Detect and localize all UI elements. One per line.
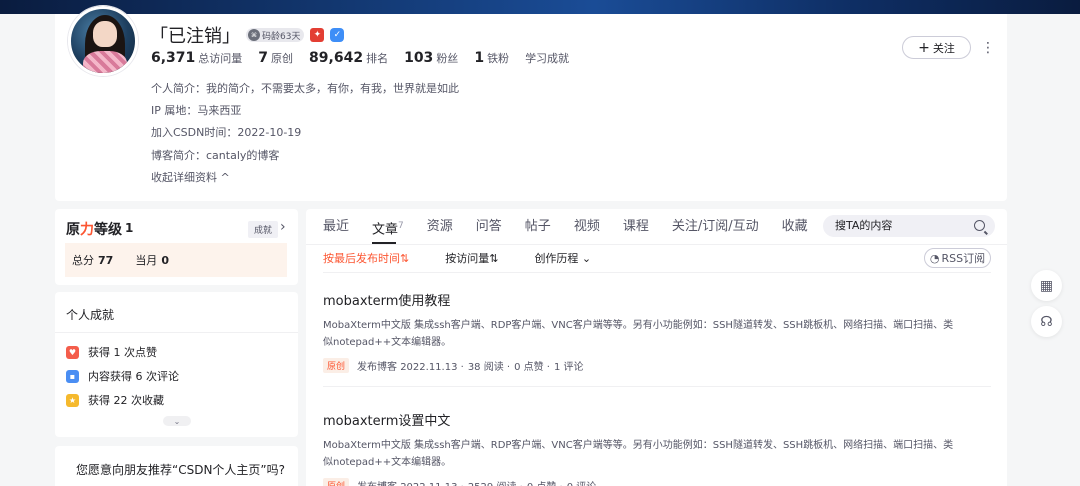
tab-qa[interactable]: 问答 [476, 209, 502, 244]
sort-by-time[interactable]: 按最后发布时间⇅ [323, 250, 409, 266]
article-item[interactable]: mobaxterm设置中文 MobaXterm中文版 集成ssh客户端、RDP客… [323, 410, 991, 486]
article-item[interactable]: mobaxterm使用教程 MobaXterm中文版 集成ssh客户端、RDP客… [323, 290, 991, 387]
original-badge: 原创 [323, 358, 350, 373]
code-age-badge: ⌘ 码龄63天 [246, 28, 305, 42]
article-title[interactable]: mobaxterm使用教程 [323, 290, 991, 309]
follow-button[interactable]: + 关注 [902, 36, 971, 59]
tab-posts[interactable]: 帖子 [525, 209, 551, 244]
article-desc: MobaXterm中文版 集成ssh客户端、RDP客户端、VNC客户端等等。另有… [323, 320, 954, 348]
user-name: 「已注销」 [150, 26, 240, 47]
divider [323, 272, 991, 273]
more-icon[interactable]: ⋮ [981, 38, 995, 58]
tab-recent[interactable]: 最近 [323, 209, 349, 244]
red-medal-icon[interactable]: ✦ [310, 28, 325, 42]
tab-videos[interactable]: 视频 [574, 209, 600, 244]
achievements-card: 个人成就 ♥ 获得 1 次点赞 ▪ 内容获得 6 次评论 ★ 获得 22 次收藏… [55, 292, 298, 437]
achievement-tag[interactable]: 成就 [248, 221, 279, 238]
achievements-title: 个人成就 [66, 308, 115, 322]
achievement-likes: ♥ 获得 1 次点赞 [66, 344, 157, 360]
tab-favorites[interactable]: 收藏 [782, 209, 808, 244]
tab-resources[interactable]: 资源 [427, 209, 453, 244]
comment-icon: ▪ [66, 369, 79, 383]
profile-intro: 个人简介：我的简介，不需要太多，有你，有我，世界就是如此 [151, 82, 459, 95]
chevron-down-icon[interactable]: ⌄ [163, 416, 191, 426]
rss-icon: ◔ [929, 251, 940, 265]
chevron-right-icon[interactable]: › [280, 219, 286, 235]
profile-ip: IP 属地：马来西亚 [151, 104, 242, 117]
qr-code-icon[interactable]: ▦ [1031, 270, 1062, 301]
headset-icon[interactable]: ☊ [1031, 306, 1062, 337]
collapse-details-link[interactable]: 收起详细资料 ^ [151, 169, 230, 185]
avatar[interactable] [68, 6, 138, 76]
like-icon: ♥ [66, 345, 79, 359]
chevron-up-icon: ^ [217, 171, 230, 184]
profile-blog-intro: 博客简介：cantaly的博客 [151, 149, 280, 162]
article-meta: 原创 发布博客 2022.11.13 · 2529 阅读 · 0 点赞 · 0 … [323, 478, 991, 486]
tab-follow[interactable]: 关注/订阅/互动 [672, 209, 759, 244]
level-card: 原力等级 1 成就 › 总分 77 当月 0 [55, 209, 298, 285]
profile-card: 「已注销」 ⌘ 码龄63天 ✦ ✓ 6,371 总访问量 7 原创 89,642 排名… [55, 6, 1007, 201]
recommend-card: 您愿意向朋友推荐“CSDN个人主页”吗? [55, 446, 298, 486]
original-badge: 原创 [323, 478, 350, 486]
stat-learning[interactable]: 学习成就 [525, 50, 569, 66]
stat-rank[interactable]: 89,642 排名 [309, 50, 388, 66]
chevron-down-icon: ⌄ [578, 252, 592, 265]
divider [323, 386, 991, 387]
profile-joined: 加入CSDN时间：2022-10-19 [151, 126, 302, 139]
plus-icon: + [918, 39, 930, 56]
rss-subscribe-button[interactable]: ◔ RSS订阅 [924, 248, 991, 268]
level-title: 原力等级 [66, 222, 122, 238]
sort-by-views[interactable]: 按访问量⇅ [445, 250, 498, 266]
main-content: 最近 文章7 资源 问答 帖子 视频 课程 关注/订阅/互动 收藏 搜TA的内容… [306, 209, 1007, 486]
stat-original[interactable]: 7 原创 [258, 50, 293, 66]
stats-row: 6,371 总访问量 7 原创 89,642 排名 103 粉丝 1 铁粉 学习成就 [151, 50, 585, 66]
article-title[interactable]: mobaxterm设置中文 [323, 410, 991, 429]
achievement-comments: ▪ 内容获得 6 次评论 [66, 368, 179, 384]
sort-bar: 按最后发布时间⇅ 按访问量⇅ 创作历程 ⌄ [323, 245, 627, 271]
name-row: 「已注销」 ⌘ 码龄63天 ✦ ✓ [150, 22, 345, 48]
tab-articles[interactable]: 文章7 [372, 209, 404, 244]
achievement-favorites: ★ 获得 22 次收藏 [66, 392, 164, 408]
star-icon: ★ [66, 393, 79, 407]
article-meta: 原创 发布博客 2022.11.13 · 38 阅读 · 0 点赞 · 1 评论 [323, 358, 991, 373]
recommend-question: 您愿意向朋友推荐“CSDN个人主页”吗? [76, 463, 286, 477]
top-banner [0, 0, 1080, 14]
search-icon[interactable] [974, 220, 985, 231]
stat-visits[interactable]: 6,371 总访问量 [151, 50, 242, 66]
tab-courses[interactable]: 课程 [623, 209, 649, 244]
code-age-icon: ⌘ [248, 29, 260, 41]
stat-fans[interactable]: 103 粉丝 [404, 50, 458, 66]
article-desc: MobaXterm中文版 集成ssh客户端、RDP客户端、VNC客户端等等。另有… [323, 440, 954, 468]
creation-history[interactable]: 创作历程 ⌄ [534, 250, 591, 266]
stat-iron-fans[interactable]: 1 铁粉 [474, 50, 509, 66]
blue-verify-icon[interactable]: ✓ [330, 28, 345, 42]
search-input[interactable]: 搜TA的内容 [823, 215, 995, 237]
level-number: 1 [125, 221, 134, 235]
divider [55, 332, 298, 333]
level-scores: 总分 77 当月 0 [65, 243, 287, 277]
